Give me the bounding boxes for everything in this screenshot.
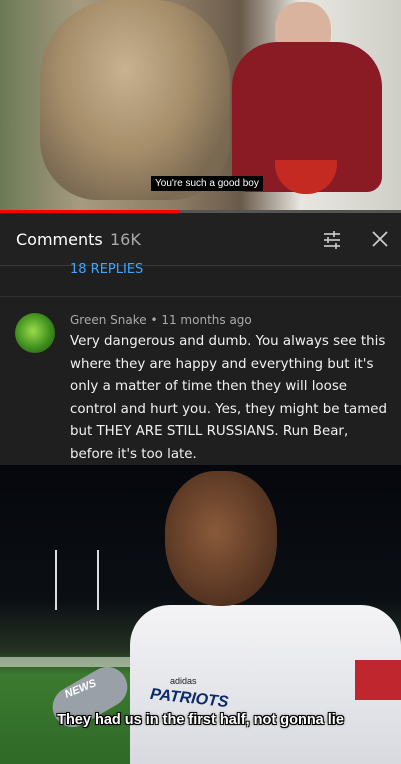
jersey-accent [355,660,401,700]
close-icon[interactable] [370,229,390,249]
brand-logo-text: adidas [170,676,197,686]
replies-link[interactable]: 18 REPLIES [70,262,143,277]
filter-icon[interactable] [322,230,342,250]
player-head [165,471,277,606]
video-player[interactable]: You're such a good boy [0,0,401,212]
comment-meta: Green Snake • 11 months ago [70,313,252,327]
goal-post [55,550,99,610]
video-bear [40,0,230,200]
comments-header: Comments 16K [0,213,401,266]
meme-caption: They had us in the first half, not gonna… [57,712,344,728]
video-caption: You're such a good boy [151,176,263,191]
divider [0,296,401,297]
comments-title: Comments [16,230,103,249]
avatar[interactable] [15,313,55,353]
comment-body: Very dangerous and dumb. You always see … [70,334,387,462]
comments-count: 16K [110,230,141,249]
